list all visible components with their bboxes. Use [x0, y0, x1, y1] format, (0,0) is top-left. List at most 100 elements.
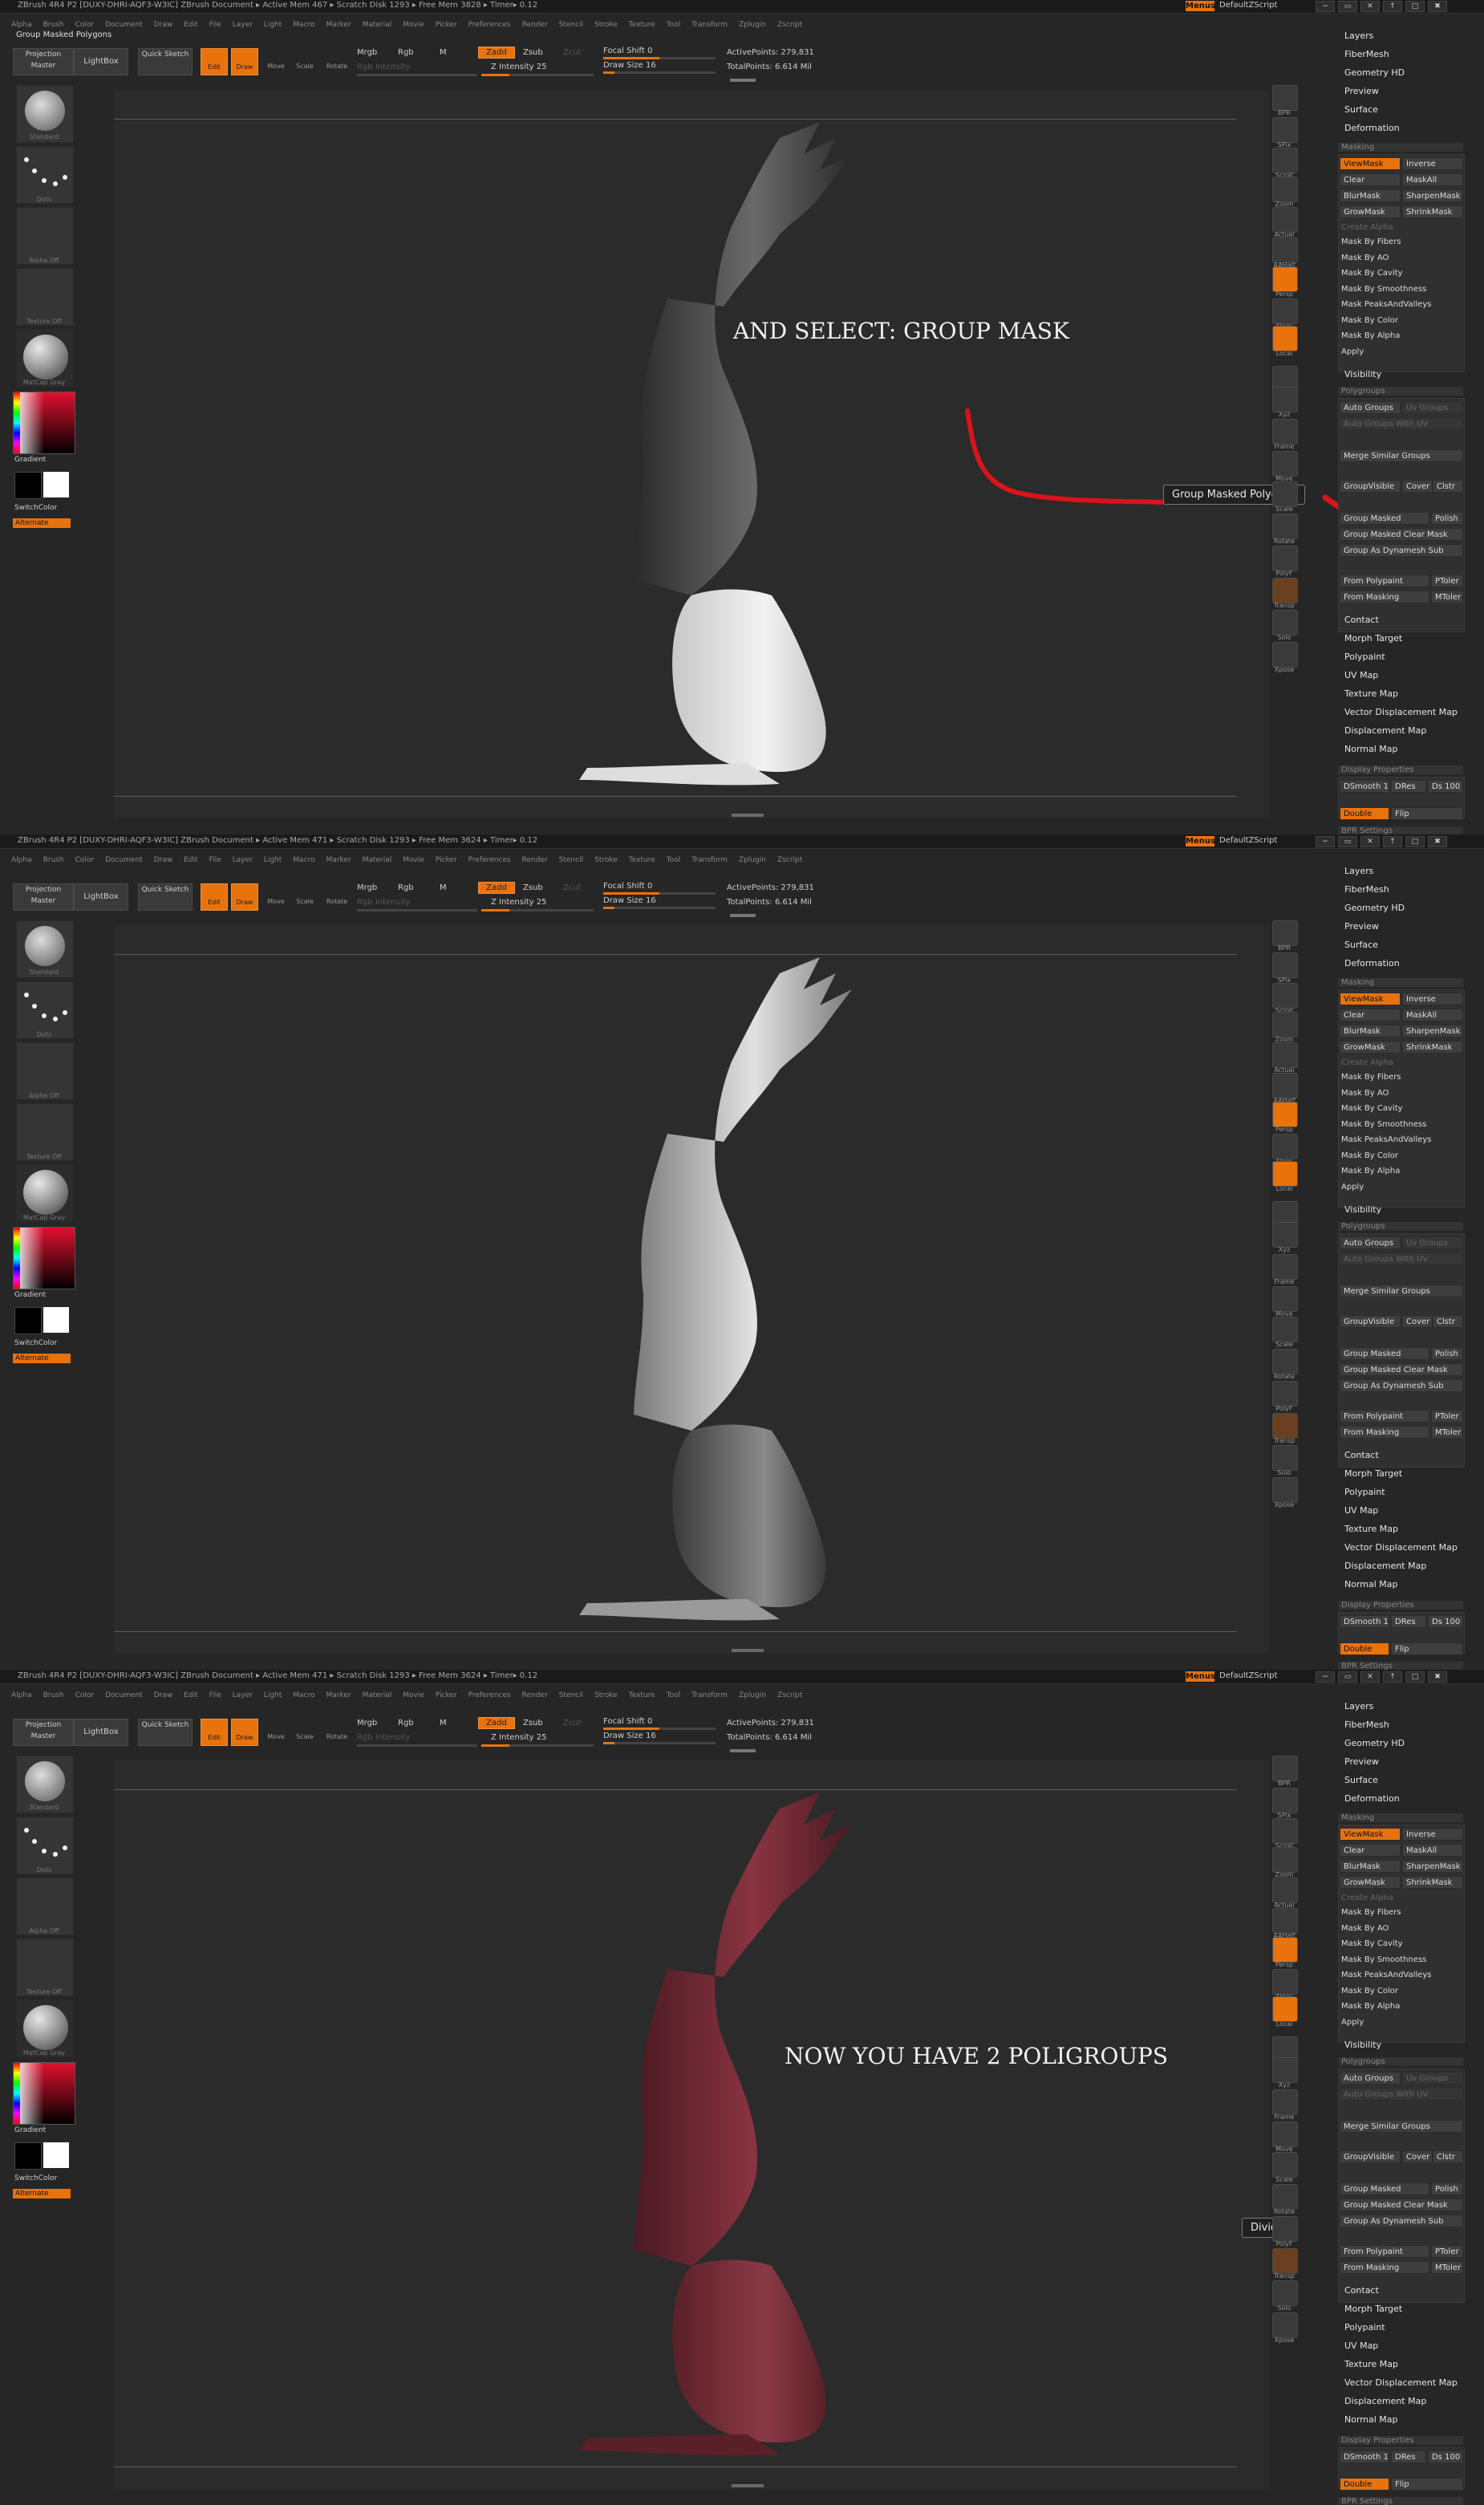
menu-movie[interactable]: Movie	[403, 856, 424, 864]
focal-shift-slider[interactable]: Focal Shift 0	[603, 1717, 652, 1726]
right-shelf-xpose-button[interactable]	[1272, 642, 1298, 668]
right-shelf-actual-button[interactable]	[1272, 1042, 1298, 1068]
menu-render[interactable]: Render	[522, 856, 548, 864]
right-shelf-zoom-button[interactable]	[1272, 177, 1298, 202]
mask-item-4[interactable]: Mask PeaksAndValleys	[1341, 1971, 1431, 1979]
palette-polypaint[interactable]: Polypaint	[1344, 652, 1385, 662]
right-shelf-persp-button[interactable]	[1272, 266, 1298, 292]
move-button[interactable]: Move	[263, 883, 289, 909]
right-shelf-move-button[interactable]	[1272, 451, 1298, 477]
group-as-dynamesh-button[interactable]: Group As Dynamesh Sub	[1340, 2215, 1463, 2227]
zadd-button[interactable]: Zadd	[478, 1717, 515, 1729]
menu-tool[interactable]: Tool	[667, 856, 680, 864]
hue-strip[interactable]	[14, 2063, 20, 2124]
right-shelf-transp-button[interactable]	[1272, 2248, 1298, 2274]
right-shelf-bpr-button[interactable]	[1272, 1756, 1298, 1781]
menu-macro[interactable]: Macro	[293, 1691, 314, 1699]
right-shelf-floor-button[interactable]	[1272, 1134, 1298, 1159]
palette-fibermesh[interactable]: FiberMesh	[1344, 1719, 1389, 1730]
zsub-button[interactable]: Zsub	[523, 1719, 543, 1728]
right-shelf-solo-button[interactable]	[1272, 610, 1298, 635]
mask-item-3[interactable]: Mask By Smoothness	[1341, 285, 1426, 294]
uv-groups-button[interactable]: Uv Groups	[1402, 1236, 1463, 1249]
mask-item-5[interactable]: Mask By Color	[1341, 1151, 1398, 1160]
mask-shrinkmask-button[interactable]: ShrinkMask	[1402, 1876, 1463, 1889]
menu-stencil[interactable]: Stencil	[559, 1691, 583, 1699]
mask-maskall-button[interactable]: MaskAll	[1402, 173, 1463, 186]
right-shelf-spix-button[interactable]	[1272, 952, 1298, 978]
projection-master-button[interactable]: Projection Master	[13, 883, 74, 911]
group-as-dynamesh-button[interactable]: Group As Dynamesh Sub	[1340, 1379, 1463, 1392]
ptoler-slider[interactable]: PToler	[1431, 1410, 1463, 1423]
palette-visibility[interactable]: Visibility	[1344, 369, 1381, 380]
right-shelf-frame-button[interactable]	[1272, 1254, 1298, 1280]
scale-button[interactable]: Scale	[292, 1719, 318, 1744]
palette-texture-map[interactable]: Texture Map	[1344, 1524, 1398, 1534]
palette-layers[interactable]: Layers	[1344, 1701, 1373, 1711]
palette-contact[interactable]: Contact	[1344, 2285, 1379, 2296]
mask-viewmask-button[interactable]: ViewMask	[1340, 993, 1401, 1005]
mask-clear-button[interactable]: Clear	[1340, 1844, 1401, 1857]
group-masked-clear-button[interactable]: Group Masked Clear Mask	[1340, 2198, 1463, 2211]
palette-surface[interactable]: Surface	[1344, 104, 1378, 115]
hue-strip[interactable]	[14, 1228, 20, 1289]
menu-light[interactable]: Light	[264, 1691, 282, 1699]
quick-sketch-button[interactable]: Quick Sketch	[138, 883, 193, 911]
zsub-button[interactable]: Zsub	[523, 883, 543, 892]
right-shelf-scroll-button[interactable]	[1272, 1818, 1298, 1844]
menu-marker[interactable]: Marker	[326, 856, 351, 864]
group-masked-clear-button[interactable]: Group Masked Clear Mask	[1340, 528, 1463, 541]
ds-slider[interactable]: Ds 100	[1428, 2450, 1463, 2463]
draw-button[interactable]: Draw	[231, 1719, 258, 1746]
dsmooth-slider[interactable]: DSmooth 1	[1340, 1615, 1389, 1628]
mask-item-7[interactable]: Apply	[1341, 1183, 1364, 1192]
ptoler-slider[interactable]: PToler	[1431, 2245, 1463, 2258]
right-shelf-aahalf-button[interactable]	[1272, 1908, 1298, 1934]
zadd-button[interactable]: Zadd	[478, 882, 515, 894]
scale-button[interactable]: Scale	[292, 883, 318, 909]
menu-draw[interactable]: Draw	[154, 856, 173, 864]
switch-color-button[interactable]: SwitchColor	[14, 2174, 57, 2182]
mask-sharpenmask-button[interactable]: SharpenMask	[1402, 1025, 1463, 1037]
rgb-button[interactable]: Rgb	[398, 883, 414, 892]
mask-item-1[interactable]: Mask By AO	[1341, 1089, 1389, 1098]
palette-vector-displacement-map[interactable]: Vector Displacement Map	[1344, 2377, 1458, 2388]
menu-color[interactable]: Color	[75, 856, 95, 864]
cluster-slider[interactable]: Clstr	[1433, 1315, 1463, 1328]
window-button-0-icon[interactable]: −	[1316, 1671, 1335, 1683]
right-shelf-actual-button[interactable]	[1272, 207, 1298, 233]
menu-texture[interactable]: Texture	[629, 1691, 655, 1699]
right-shelf-xpose-button[interactable]	[1272, 1477, 1298, 1503]
auto-groups-uv-button[interactable]: Auto Groups With UV	[1340, 2088, 1463, 2101]
rgb-intensity-slider[interactable]: Rgb Intensity	[357, 1733, 410, 1742]
merge-similar-button[interactable]: Merge Similar Groups	[1340, 2120, 1463, 2133]
auto-groups-button[interactable]: Auto Groups	[1340, 2072, 1401, 2085]
quick-sketch-button[interactable]: Quick Sketch	[138, 1719, 193, 1746]
palette-polypaint[interactable]: Polypaint	[1344, 1487, 1385, 1497]
group-visible-button[interactable]: GroupVisible	[1340, 1315, 1401, 1328]
mask-clear-button[interactable]: Clear	[1340, 173, 1401, 186]
mtoler-slider[interactable]: MToler	[1431, 1426, 1463, 1439]
right-shelf-solo-button[interactable]	[1272, 2280, 1298, 2306]
switch-color-button[interactable]: SwitchColor	[14, 1339, 57, 1347]
zcut-button[interactable]: Zcut	[563, 883, 582, 892]
right-shelf-polyf-button[interactable]	[1272, 2216, 1298, 2242]
right-shelf-persp-button[interactable]	[1272, 1937, 1298, 1963]
palette-normal-map[interactable]: Normal Map	[1344, 744, 1398, 754]
mask-inverse-button[interactable]: Inverse	[1402, 157, 1463, 170]
draw-size-slider[interactable]: Draw Size 16	[603, 896, 656, 905]
mask-item-2[interactable]: Mask By Cavity	[1341, 269, 1403, 278]
alternate-button[interactable]: Alternate	[13, 2189, 71, 2198]
ptoler-slider[interactable]: PToler	[1431, 574, 1463, 587]
group-masked-button[interactable]: Group Masked	[1340, 1347, 1429, 1360]
right-shelf-spix-button[interactable]	[1272, 1788, 1298, 1813]
menu-stencil[interactable]: Stencil	[559, 856, 583, 864]
window-button-1-icon[interactable]: ▭	[1338, 1671, 1357, 1683]
mask-item-2[interactable]: Mask By Cavity	[1341, 1104, 1403, 1113]
menu-file[interactable]: File	[209, 1691, 221, 1699]
toolbar-scroll-handle[interactable]	[730, 914, 756, 917]
window-button-5-icon[interactable]: ✖	[1428, 836, 1447, 847]
mask-item-0[interactable]: Mask By Fibers	[1341, 1073, 1401, 1082]
lightbox-button[interactable]: LightBox	[74, 883, 128, 911]
mask-item-2[interactable]: Mask By Cavity	[1341, 1939, 1403, 1948]
